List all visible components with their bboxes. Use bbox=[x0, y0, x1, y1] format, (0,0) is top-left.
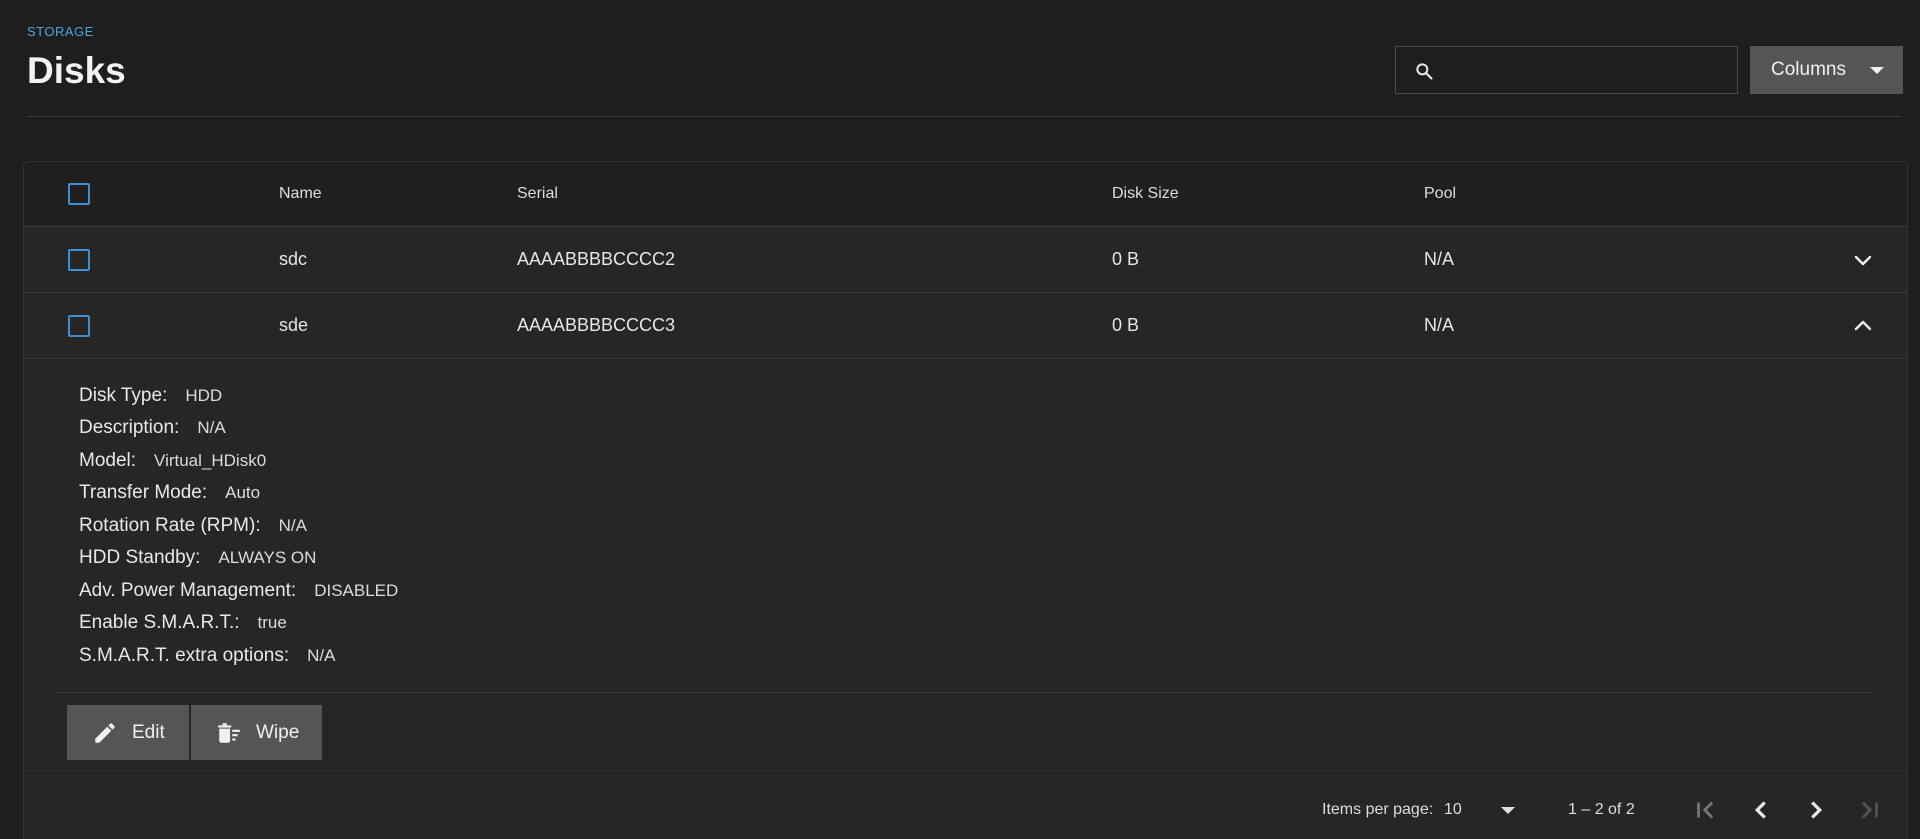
table-row[interactable]: sdc AAAABBBBCCCC2 0 B N/A bbox=[24, 227, 1907, 293]
edit-button-label: Edit bbox=[132, 721, 165, 743]
column-header-pool[interactable]: Pool bbox=[1424, 162, 1456, 226]
detail-value: HDD bbox=[185, 386, 223, 405]
next-page-icon[interactable] bbox=[1801, 795, 1831, 825]
search-input[interactable] bbox=[1444, 47, 1734, 93]
edit-button[interactable]: Edit bbox=[67, 705, 189, 760]
row-name: sde bbox=[279, 315, 309, 335]
detail-label: Enable S.M.A.R.T.: bbox=[79, 612, 240, 633]
detail-value: ALWAYS ON bbox=[218, 548, 317, 567]
detail-label: Rotation Rate (RPM): bbox=[79, 515, 261, 536]
columns-button[interactable]: Columns bbox=[1750, 46, 1903, 94]
trash-icon bbox=[218, 722, 240, 743]
detail-transfer-mode: Transfer Mode: Auto bbox=[79, 482, 260, 504]
detail-value: N/A bbox=[197, 418, 226, 437]
caret-down-icon[interactable] bbox=[1501, 807, 1515, 814]
detail-adv-power-management: Adv. Power Management: DISABLED bbox=[79, 580, 398, 602]
row-checkbox[interactable] bbox=[68, 248, 90, 271]
items-per-page-label: Items per page: bbox=[1322, 801, 1434, 818]
detail-enable-smart: Enable S.M.A.R.T.: true bbox=[79, 612, 287, 634]
previous-page-icon[interactable] bbox=[1746, 795, 1776, 825]
detail-label: S.M.A.R.T. extra options: bbox=[79, 645, 290, 666]
search-icon bbox=[1416, 63, 1433, 80]
chevron-down-icon[interactable] bbox=[1851, 248, 1875, 272]
row-disk-size: 0 B bbox=[1112, 249, 1140, 269]
page-title: Disks bbox=[27, 50, 126, 91]
detail-label: Adv. Power Management: bbox=[79, 580, 297, 601]
detail-smart-extra-options: S.M.A.R.T. extra options: N/A bbox=[79, 645, 335, 667]
row-pool: N/A bbox=[1424, 315, 1455, 335]
wipe-button[interactable]: Wipe bbox=[191, 705, 322, 760]
columns-button-label: Columns bbox=[1771, 59, 1846, 80]
detail-label: Description: bbox=[79, 417, 180, 438]
row-name: sdc bbox=[279, 249, 308, 269]
detail-value: true bbox=[257, 613, 287, 632]
detail-description: Description: N/A bbox=[79, 417, 226, 439]
paginator: Items per page: 10 1 – 2 of 2 bbox=[24, 771, 1907, 839]
search-box[interactable] bbox=[1395, 46, 1738, 94]
detail-value: DISABLED bbox=[314, 581, 399, 600]
detail-disk-type: Disk Type: HDD bbox=[79, 385, 222, 407]
detail-label: Transfer Mode: bbox=[79, 482, 208, 503]
table-header-row: Name Serial Disk Size Pool bbox=[24, 162, 1907, 227]
items-per-page-select[interactable]: 10 bbox=[1444, 801, 1462, 819]
chevron-up-icon[interactable] bbox=[1851, 314, 1875, 338]
pencil-icon bbox=[95, 722, 115, 743]
row-serial: AAAABBBBCCCC3 bbox=[517, 315, 676, 335]
detail-value: Virtual_HDisk0 bbox=[154, 451, 267, 470]
column-header-disk-size[interactable]: Disk Size bbox=[1112, 162, 1179, 226]
row-checkbox[interactable] bbox=[68, 314, 90, 337]
column-header-name[interactable]: Name bbox=[279, 162, 322, 226]
row-serial: AAAABBBBCCCC2 bbox=[517, 249, 676, 269]
table-row[interactable]: sde AAAABBBBCCCC3 0 B N/A bbox=[24, 293, 1907, 359]
detail-rotation-rate: Rotation Rate (RPM): N/A bbox=[79, 515, 307, 537]
disks-table-card: Name Serial Disk Size Pool sdc AAAABBBBC… bbox=[23, 161, 1908, 839]
detail-label: Model: bbox=[79, 450, 137, 471]
caret-down-icon bbox=[1870, 67, 1884, 74]
detail-value: Auto bbox=[225, 483, 261, 502]
detail-label: Disk Type: bbox=[79, 385, 168, 406]
detail-value: N/A bbox=[307, 646, 336, 665]
detail-model: Model: Virtual_HDisk0 bbox=[79, 450, 266, 472]
details-divider bbox=[57, 692, 1874, 693]
detail-label: HDD Standby: bbox=[79, 547, 201, 568]
breadcrumb[interactable]: STORAGE bbox=[27, 24, 94, 39]
row-pool: N/A bbox=[1424, 249, 1455, 269]
disk-details-panel: Disk Type: HDD Description: N/A Model: Virt… bbox=[24, 359, 1907, 699]
row-disk-size: 0 B bbox=[1112, 315, 1140, 335]
detail-value: N/A bbox=[278, 516, 307, 535]
last-page-icon[interactable] bbox=[1854, 795, 1884, 825]
select-all-checkbox[interactable] bbox=[68, 183, 90, 205]
first-page-icon[interactable] bbox=[1691, 795, 1721, 825]
detail-hdd-standby: HDD Standby: ALWAYS ON bbox=[79, 547, 316, 569]
column-header-serial[interactable]: Serial bbox=[517, 162, 558, 226]
wipe-button-label: Wipe bbox=[256, 721, 300, 743]
page-range-label: 1 – 2 of 2 bbox=[1568, 801, 1635, 818]
